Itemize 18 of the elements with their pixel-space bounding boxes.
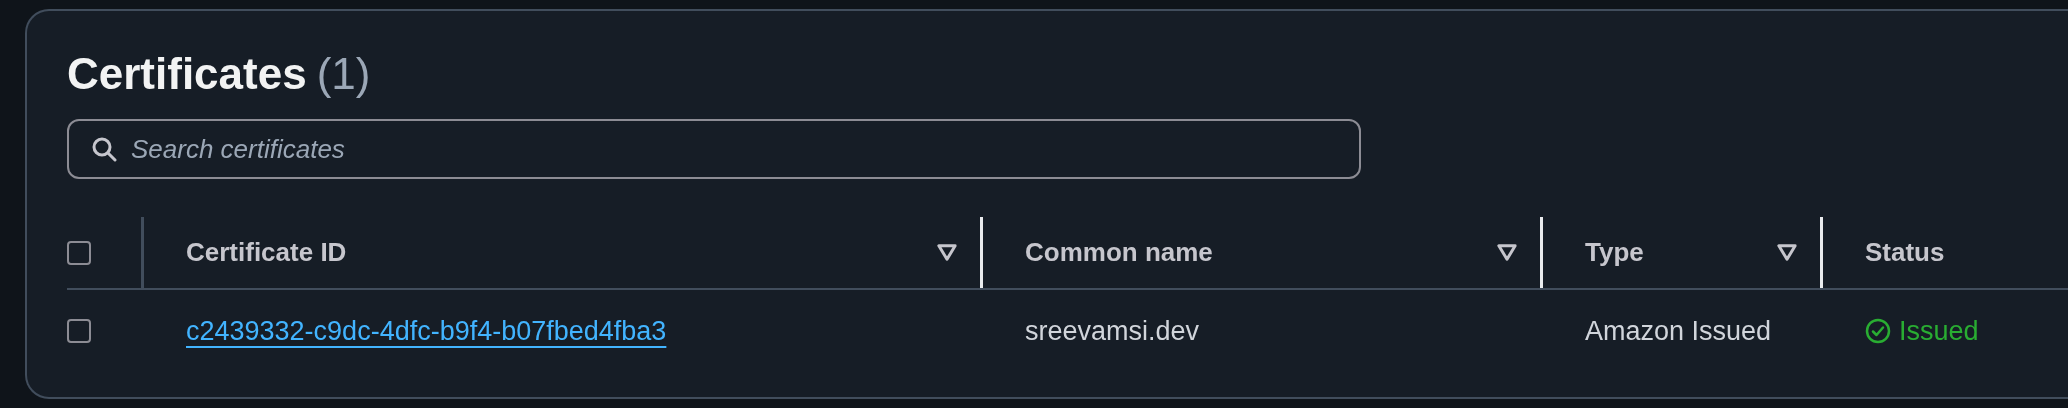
sort-icon[interactable] xyxy=(1776,243,1798,262)
column-header[interactable]: Status xyxy=(1823,217,2068,288)
table-cell: Amazon Issued xyxy=(1585,315,1772,346)
column-header[interactable]: Type xyxy=(1543,217,1823,288)
table-cell: sreevamsi.dev xyxy=(1025,315,1200,346)
checkbox[interactable] xyxy=(67,319,91,343)
search-icon xyxy=(91,136,117,162)
column-header[interactable]: Certificate ID xyxy=(144,217,983,288)
checkbox[interactable] xyxy=(67,240,91,265)
search-field[interactable]: Search certificates xyxy=(67,119,1361,179)
status-text: Issued xyxy=(1899,314,1979,348)
column-header[interactable]: Common name xyxy=(983,217,1543,288)
search-input[interactable]: Search certificates xyxy=(131,129,1031,169)
sort-icon[interactable] xyxy=(1496,243,1518,262)
item-count: (1) xyxy=(316,48,371,100)
sort-icon[interactable] xyxy=(936,243,958,262)
certificate-link[interactable]: c2439332-c9dc-4dfc-b9f4-b07fbed4fba3 xyxy=(186,315,667,346)
panel-title: Certificates xyxy=(67,48,307,100)
